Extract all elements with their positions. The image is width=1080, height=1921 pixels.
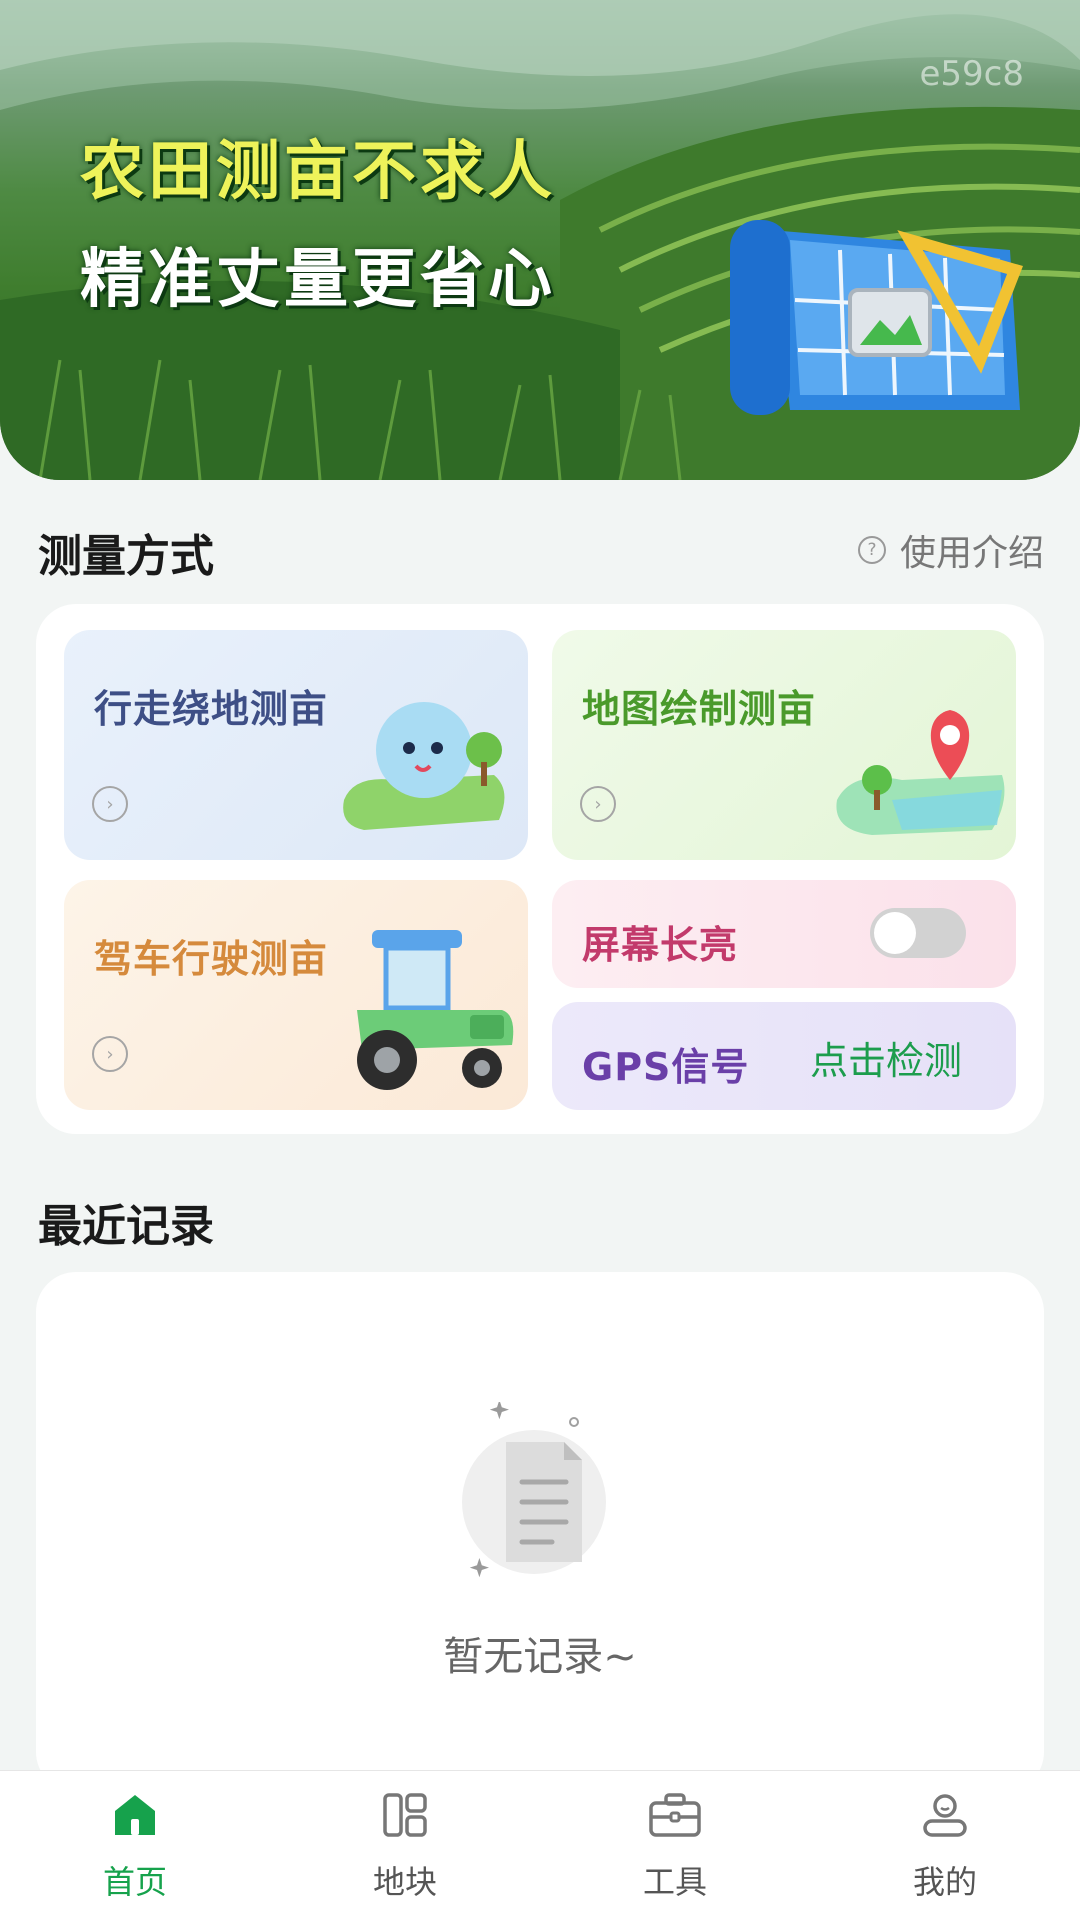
bottom-tab-bar: 首页 地块 工具 我的 [0, 1770, 1080, 1921]
gps-signal-label: GPS信号 [582, 1045, 750, 1089]
tab-plots-label: 地块 [372, 1863, 437, 1901]
tab-home-label: 首页 [102, 1863, 167, 1901]
recent-records-panel: 暂无记录~ [36, 1272, 1044, 1792]
map-ruler-icon [730, 220, 1023, 415]
empty-records-text: 暂无记录~ [443, 1634, 637, 1680]
question-circle-icon: ? [857, 536, 886, 564]
screen-always-on-toggle[interactable] [870, 908, 966, 958]
walk-measure-card[interactable]: 行走绕地测亩 › [64, 630, 528, 860]
screen-always-on-label: 屏幕长亮 [582, 923, 739, 967]
profile-icon [923, 1794, 967, 1837]
empty-document-icon [462, 1402, 606, 1578]
tab-profile-label: 我的 [912, 1863, 977, 1901]
map-draw-measure-label: 地图绘制测亩 [582, 687, 817, 731]
methods-section-title: 测量方式 [38, 531, 214, 582]
home-icon [115, 1795, 155, 1835]
recent-records-title: 最近记录 [38, 1201, 214, 1252]
chevron-right-circle-icon: › [92, 786, 128, 822]
tab-profile[interactable]: 我的 [810, 1771, 1080, 1921]
tractor-icon [357, 930, 514, 1090]
banner-slogan-line1: 农田测亩不求人 [80, 135, 556, 209]
map-draw-measure-card[interactable]: 地图绘制测亩 › [552, 630, 1016, 860]
tab-tools[interactable]: 工具 [540, 1771, 810, 1921]
hero-banner[interactable]: e59c8 农田测亩不求人 精准丈量更省心 [0, 0, 1080, 480]
drive-measure-label: 驾车行驶测亩 [94, 937, 329, 981]
usage-intro-label: 使用介绍 [899, 533, 1044, 574]
drive-measure-card[interactable]: 驾车行驶测亩 › [64, 880, 528, 1110]
measurement-methods-panel: 行走绕地测亩 › 地图绘制测亩 › 驾车行驶测亩 › 屏幕长亮 GPS信号 点击… [36, 604, 1044, 1134]
walking-mascot-icon [343, 702, 505, 830]
gps-check-button[interactable]: 点击检测 [810, 1030, 962, 1085]
tab-home[interactable]: 首页 [0, 1771, 270, 1921]
plots-icon [383, 1793, 427, 1837]
map-pin-field-icon [836, 710, 1005, 835]
tab-tools-label: 工具 [642, 1863, 707, 1901]
walk-measure-label: 行走绕地测亩 [94, 687, 329, 731]
tab-plots[interactable]: 地块 [270, 1771, 540, 1921]
chevron-right-circle-icon: › [580, 786, 616, 822]
chevron-right-circle-icon: › [92, 1036, 128, 1072]
toolbox-icon [649, 1793, 701, 1837]
gps-signal-card: GPS信号 点击检测 [552, 1002, 1016, 1110]
toggle-knob [874, 912, 916, 954]
usage-intro-link[interactable]: ? 使用介绍 [857, 524, 1044, 576]
banner-slogan-line2: 精准丈量更省心 [80, 243, 556, 317]
banner-code: e59c8 [919, 54, 1024, 94]
screen-always-on-card: 屏幕长亮 [552, 880, 1016, 988]
